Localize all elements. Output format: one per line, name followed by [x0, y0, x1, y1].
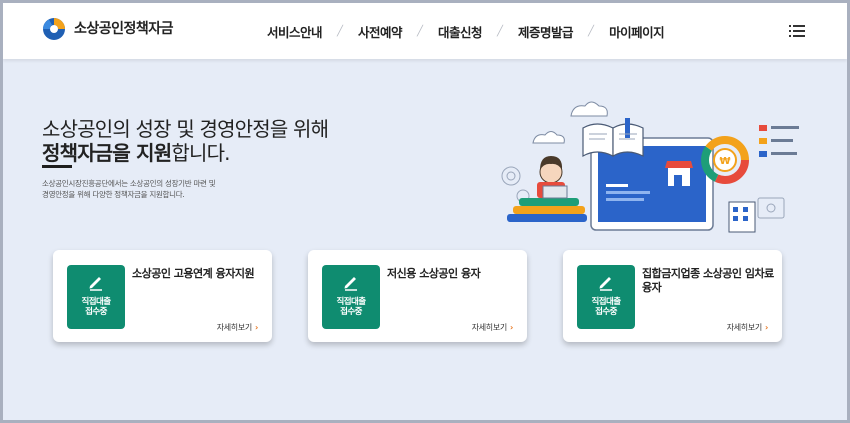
badge-label-line2: 접수중 [340, 307, 362, 317]
hero-title-line2: 정책자금을 지원합니다. [42, 137, 231, 166]
badge-label-line1: 직접대출 [336, 297, 366, 307]
site-logo[interactable]: 소상공인정책자금 [41, 15, 174, 41]
main-nav: 서비스안내 ╱ 사전예약 ╱ 대출신청 ╱ 제증명발급 ╱ 마이페이지 [267, 22, 665, 41]
badge-label-line2: 접수중 [85, 307, 107, 317]
view-details-link[interactable]: 자세히보기 › [471, 322, 514, 333]
nav-separator: ╱ [497, 26, 504, 37]
gear-icon [501, 166, 530, 203]
nav-item-pre-reservation[interactable]: 사전예약 [358, 22, 403, 41]
badge-label-line1: 직접대출 [591, 297, 621, 307]
loan-status-badge: 직접대출 접수중 [322, 265, 380, 329]
loan-card-employment[interactable]: 직접대출 접수중 소상공인 고용연계 융자지원 자세히보기 › [53, 250, 272, 342]
view-details-label: 자세히보기 [216, 323, 253, 332]
loan-status-badge: 직접대출 접수중 [577, 265, 635, 329]
view-details-link[interactable]: 자세히보기 › [216, 322, 259, 333]
loan-card-title: 저신용 소상공인 융자 [387, 267, 481, 280]
pencil-icon [344, 277, 357, 291]
legend-icon [759, 125, 799, 157]
view-details-link[interactable]: 자세히보기 › [726, 322, 769, 333]
svg-text:₩: ₩ [719, 156, 730, 167]
nav-separator: ╱ [337, 26, 344, 37]
nav-item-loan-application[interactable]: 대출신청 [438, 22, 483, 41]
badge-label-line2: 접수중 [595, 307, 617, 317]
nav-item-service-guide[interactable]: 서비스안내 [267, 22, 323, 41]
chevron-right-icon: › [765, 323, 768, 332]
book-icon [582, 118, 644, 158]
loan-status-badge: 직접대출 접수중 [67, 265, 125, 329]
hero-title-bold: 정책자금을 지원 [42, 141, 172, 165]
nav-separator: ╱ [417, 26, 424, 37]
hero-divider [42, 165, 72, 168]
hero-description-line2: 경영안정을 위해 다양한 정책자금을 지원합니다. [42, 190, 185, 199]
hero-description-line1: 소상공인시장진흥공단에서는 소상공인의 성장기반 마련 및 [42, 179, 216, 188]
loan-card-title: 소상공인 고용연계 융자지원 [132, 267, 255, 280]
hero-title-rest: 합니다. [171, 141, 230, 165]
site-header: 소상공인정책자금 서비스안내 ╱ 사전예약 ╱ 대출신청 ╱ 제증명발급 ╱ 마… [3, 3, 847, 59]
chevron-right-icon: › [510, 323, 513, 332]
view-details-label: 자세히보기 [471, 323, 508, 332]
view-details-label: 자세히보기 [726, 323, 763, 332]
hero-illustration: ₩ [501, 101, 799, 233]
hamburger-menu-icon[interactable] [789, 25, 805, 37]
loan-card-title: 집합금지업종 소상공인 임차료융자 [642, 267, 774, 294]
loan-card-rent[interactable]: 직접대출 접수중 집합금지업종 소상공인 임차료융자 자세히보기 › [563, 250, 782, 342]
page-frame: 소상공인정책자금 서비스안내 ╱ 사전예약 ╱ 대출신청 ╱ 제증명발급 ╱ 마… [3, 3, 847, 420]
logo-emblem-icon [43, 18, 65, 40]
building-icon [728, 197, 785, 233]
pencil-icon [89, 277, 102, 291]
hero-description: 소상공인시장진흥공단에서는 소상공인의 성장기반 마련 및 경영안정을 위해 다… [42, 178, 216, 200]
badge-label-line1: 직접대출 [81, 297, 111, 307]
nav-item-my-page[interactable]: 마이페이지 [609, 22, 665, 41]
loan-card-low-credit[interactable]: 직접대출 접수중 저신용 소상공인 융자 자세히보기 › [308, 250, 527, 342]
pencil-icon [599, 277, 612, 291]
nav-item-certificate-issuance[interactable]: 제증명발급 [518, 22, 574, 41]
chevron-right-icon: › [255, 323, 258, 332]
person-icon [507, 156, 587, 222]
logo-text: 소상공인정책자금 [74, 21, 174, 37]
nav-separator: ╱ [588, 26, 595, 37]
